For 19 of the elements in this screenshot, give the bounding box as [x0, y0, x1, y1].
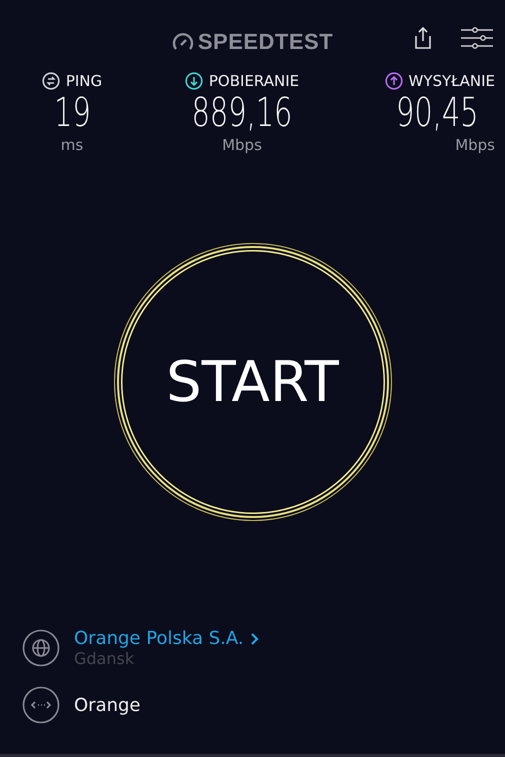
metric-label: WYSYŁANIE [408, 72, 495, 90]
server-link[interactable]: Orange Polska S.A. [74, 628, 260, 649]
server-location: Gdansk [74, 649, 136, 668]
metric-label: PING [66, 72, 102, 90]
connection-name: Orange [74, 694, 141, 716]
globe-icon [22, 629, 60, 667]
connection-icon [22, 686, 60, 724]
start-button[interactable]: START [114, 243, 392, 521]
share-icon[interactable] [413, 26, 433, 50]
chevron-icon [250, 632, 260, 646]
metric-value: 90,45 [396, 90, 479, 136]
metric-value: 19 [54, 90, 90, 136]
metric-unit: Mbps [222, 136, 262, 154]
speedtest-logo: SPEEDTEST [172, 29, 334, 55]
metric-value: 889,16 [192, 90, 292, 136]
metric-unit: ms [60, 136, 84, 154]
metric-unit: Mbps [455, 136, 495, 154]
metric-label: POBIERANIE [208, 72, 300, 90]
settings-icon[interactable] [461, 27, 493, 49]
